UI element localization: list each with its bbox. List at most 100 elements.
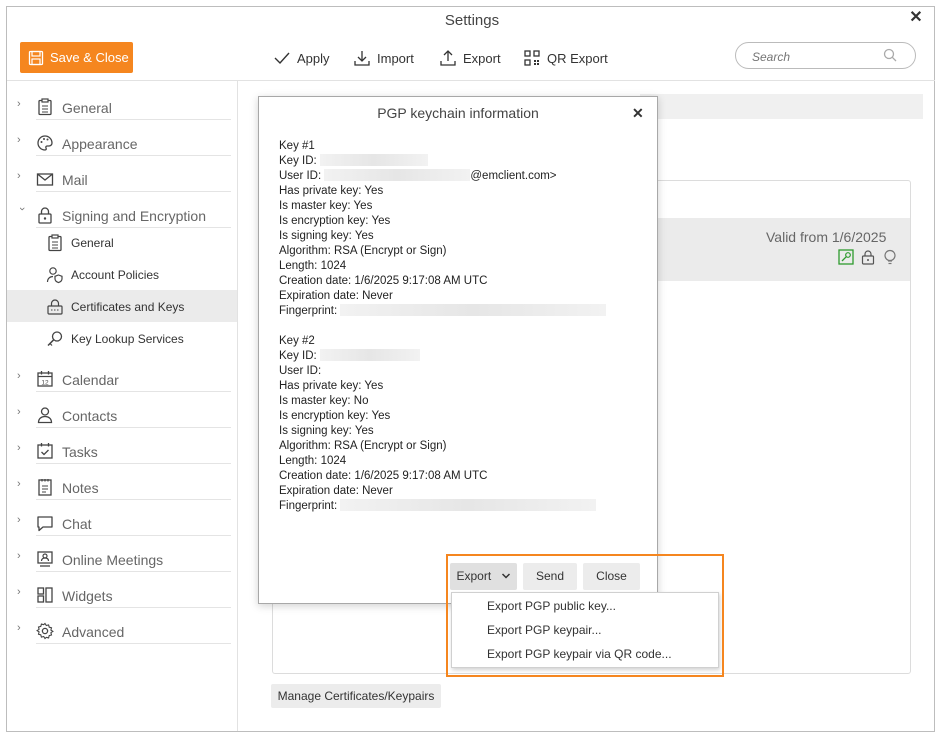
expiration-date: Expiration date: Never	[279, 290, 393, 302]
chevron-right-icon[interactable]: ›	[17, 171, 27, 182]
divider	[36, 427, 231, 428]
sidebar-item-label: Chat	[62, 516, 92, 532]
sidebar-item-label: Tasks	[62, 444, 98, 460]
pgp-keychain-dialog: PGP keychain information ✕ Key #1 Key ID…	[258, 96, 658, 604]
notes-icon	[38, 479, 52, 496]
export-dropdown-button[interactable]: Export	[450, 563, 517, 590]
sidebar-item-signing-and-encryption[interactable]: › Signing and Encryption	[7, 200, 237, 228]
export-button-label: Export	[456, 569, 492, 583]
chevron-down-icon	[501, 573, 510, 579]
search-icon[interactable]	[883, 48, 897, 62]
algorithm: Algorithm: RSA (Encrypt or Sign)	[279, 440, 447, 452]
window-close-button[interactable]: ✕	[908, 10, 924, 26]
redacted-value	[319, 154, 428, 166]
dialog-title: PGP keychain information	[377, 105, 539, 121]
key-id-label: Key ID:	[279, 350, 320, 362]
import-button[interactable]: Import	[354, 48, 414, 68]
valid-from-text: Valid from 1/6/2025	[766, 229, 887, 245]
sidebar-item-label: Advanced	[62, 624, 125, 640]
redacted-value	[319, 349, 420, 361]
export-toolbar-button[interactable]: Export	[440, 48, 501, 68]
menu-item-export-public-key[interactable]: Export PGP public key...	[487, 595, 616, 617]
sidebar-subitem-label: Key Lookup Services	[71, 332, 184, 346]
certificate-row-icons	[838, 249, 898, 265]
chevron-right-icon[interactable]: ›	[17, 623, 27, 634]
search-input[interactable]	[750, 47, 884, 67]
chevron-right-icon[interactable]: ›	[17, 587, 27, 598]
chevron-right-icon[interactable]: ›	[17, 371, 27, 382]
key-id-row: Key ID:	[279, 154, 606, 169]
chevron-right-icon[interactable]: ›	[17, 443, 27, 454]
sidebar-subitem-general[interactable]: General	[7, 226, 237, 258]
has-private-key: Has private key: Yes	[279, 380, 384, 392]
chevron-down-icon[interactable]: ›	[16, 207, 28, 217]
sidebar-item-general[interactable]: › General	[7, 92, 237, 120]
redacted-value	[340, 499, 597, 511]
search-box[interactable]	[735, 42, 916, 69]
is-signing-key: Is signing key: Yes	[279, 230, 374, 242]
sidebar-item-calendar[interactable]: › 12 Calendar	[7, 364, 237, 392]
is-encryption-key: Is encryption key: Yes	[279, 215, 391, 227]
settings-sidebar: › General › Appearance › Mail › Signing …	[7, 81, 237, 731]
algorithm: Algorithm: RSA (Encrypt or Sign)	[279, 245, 447, 257]
sidebar-item-appearance[interactable]: › Appearance	[7, 128, 237, 156]
fingerprint-row: Fingerprint:	[279, 304, 607, 319]
sidebar-subitem-key-lookup-services[interactable]: Key Lookup Services	[7, 322, 237, 354]
sidebar-item-label: General	[62, 100, 112, 116]
chat-icon	[37, 516, 53, 532]
key-length: Length: 1024	[279, 455, 347, 467]
import-label: Import	[377, 50, 414, 66]
apply-button[interactable]: Apply	[274, 48, 330, 68]
sidebar-item-widgets[interactable]: › Widgets	[7, 580, 237, 608]
divider	[36, 499, 231, 500]
sidebar-item-notes[interactable]: › Notes	[7, 472, 237, 500]
sidebar-subitem-certificates-and-keys[interactable]: Certificates and Keys	[7, 290, 237, 322]
manage-certificates-button[interactable]: Manage Certificates/Keypairs	[271, 684, 441, 708]
qr-export-button[interactable]: QR Export	[524, 48, 608, 68]
menu-item-export-keypair-qr[interactable]: Export PGP keypair via QR code...	[487, 643, 672, 665]
lock-icon	[38, 207, 52, 224]
divider	[36, 463, 231, 464]
send-button[interactable]: Send	[523, 563, 577, 590]
sidebar-item-chat[interactable]: › Chat	[7, 508, 237, 536]
user-id-row: User ID:	[279, 364, 606, 379]
sidebar-subitem-account-policies[interactable]: Account Policies	[7, 258, 237, 290]
expiration-date: Expiration date: Never	[279, 485, 393, 497]
fingerprint-label: Fingerprint:	[279, 500, 341, 512]
sidebar-item-tasks[interactable]: › Tasks	[7, 436, 237, 464]
key-id-label: Key ID:	[279, 155, 320, 167]
creation-date: Creation date: 1/6/2025 9:17:08 AM UTC	[279, 275, 488, 287]
divider	[36, 191, 231, 192]
window-title: Settings	[444, 12, 500, 29]
sidebar-item-advanced[interactable]: › Advanced	[7, 616, 237, 644]
chevron-right-icon[interactable]: ›	[17, 551, 27, 562]
sidebar-subitem-label: Certificates and Keys	[71, 300, 185, 314]
palette-icon	[37, 135, 53, 151]
dialog-close-icon[interactable]: ✕	[632, 105, 644, 122]
sidebar-item-mail[interactable]: › Mail	[7, 164, 237, 192]
certificate-icon	[47, 299, 63, 315]
chevron-right-icon[interactable]: ›	[17, 135, 27, 146]
redacted-value	[324, 169, 471, 181]
close-button[interactable]: Close	[583, 563, 640, 590]
sidebar-item-label: Contacts	[62, 408, 118, 424]
has-private-key: Has private key: Yes	[279, 185, 384, 197]
chevron-right-icon[interactable]: ›	[17, 515, 27, 526]
sidebar-item-contacts[interactable]: › Contacts	[7, 400, 237, 428]
export-toolbar-label: Export	[463, 50, 501, 66]
bulb-icon	[884, 249, 896, 265]
menu-item-export-keypair[interactable]: Export PGP keypair...	[487, 619, 602, 641]
is-signing-key: Is signing key: Yes	[279, 425, 374, 437]
is-encryption-key: Is encryption key: Yes	[279, 410, 391, 422]
sidebar-item-label: Calendar	[62, 372, 119, 388]
save-and-close-button[interactable]: Save & Close	[20, 42, 133, 73]
sidebar-item-online-meetings[interactable]: › Online Meetings	[7, 544, 237, 572]
clipboard-icon	[38, 98, 52, 116]
chevron-right-icon[interactable]: ›	[17, 99, 27, 110]
is-master-key: Is master key: Yes	[279, 200, 373, 212]
creation-date: Creation date: 1/6/2025 9:17:08 AM UTC	[279, 470, 488, 482]
key-id-row: Key ID:	[279, 349, 606, 364]
divider	[36, 119, 231, 120]
chevron-right-icon[interactable]: ›	[17, 407, 27, 418]
chevron-right-icon[interactable]: ›	[17, 479, 27, 490]
